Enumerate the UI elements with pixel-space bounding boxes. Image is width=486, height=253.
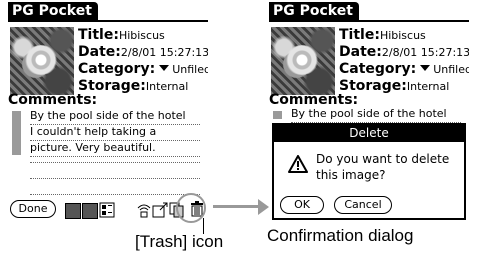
title-value[interactable]: Hibiscus (119, 29, 165, 42)
dialog-message: Do you want to delete this image? (316, 151, 462, 183)
comment-scroll-indicator (273, 111, 282, 119)
category-label: Category: (78, 61, 156, 77)
triangle-down-icon[interactable] (159, 65, 170, 71)
storage-value: Internal (406, 80, 450, 93)
send-icon[interactable] (152, 202, 168, 218)
delete-confirmation-screen: PG Pocket Title:Hibiscus Date:2/8/01 15:… (269, 0, 469, 222)
comment-line[interactable]: I couldn't help taking a (30, 124, 200, 141)
date-field: Date:2/8/01 15:27:13 (78, 42, 208, 60)
trash-icon-caption: [Trash] icon (135, 232, 224, 251)
comment-scroll-indicator (12, 111, 21, 155)
triangle-down-icon (420, 65, 431, 71)
ok-button[interactable]: OK (280, 196, 324, 214)
date-label: Date: (339, 44, 382, 60)
title-field: Title:Hibiscus (339, 25, 426, 43)
date-value: 2/8/01 15:27:13 (381, 46, 469, 59)
app-title: PG Pocket (269, 2, 359, 21)
arrow-line (213, 205, 261, 208)
app-title[interactable]: PG Pocket (8, 2, 98, 21)
single-view-icon[interactable] (82, 203, 98, 219)
title-underline (269, 20, 469, 22)
title-underline (8, 20, 208, 22)
dialog-title: Delete (274, 125, 464, 142)
category-field[interactable]: Category: Unfiled (78, 59, 208, 77)
image-thumbnail[interactable] (10, 27, 74, 95)
empty-comment-line[interactable] (30, 162, 200, 163)
title-label: Title: (339, 27, 380, 43)
comments-label: Comments: (8, 92, 98, 108)
comment-line: By the pool side of the hotel (291, 106, 461, 123)
title-label: Title: (78, 27, 119, 43)
dialog-message-line: Do you want to delete (316, 152, 450, 166)
title-value: Hibiscus (379, 29, 426, 42)
record-details-screen: PG Pocket Title:Hibiscus Date:2/8/01 15:… (8, 0, 208, 222)
beam-icon[interactable] (136, 202, 152, 218)
category-value: Unfiled (433, 63, 469, 76)
title-field: Title:Hibiscus (78, 25, 165, 43)
date-field: Date:2/8/01 15:27:13 (339, 42, 469, 60)
storage-value: Internal (145, 80, 189, 93)
warning-icon (288, 155, 308, 173)
arrow-head (258, 199, 269, 215)
dialog-message-line: this image? (316, 168, 386, 182)
empty-comment-line[interactable] (30, 178, 200, 179)
category-field: Category: Unfiled (339, 59, 469, 77)
done-button[interactable]: Done (10, 200, 56, 218)
comment-line[interactable]: By the pool side of the hotel (30, 108, 200, 125)
category-label: Category: (339, 61, 417, 77)
comment-line[interactable]: picture. Very beautiful. (30, 140, 200, 157)
delete-dialog: Delete Do you want to delete this image?… (272, 123, 466, 220)
date-label: Date: (78, 44, 121, 60)
list-view-icon[interactable] (65, 203, 81, 219)
trash-highlight-circle (176, 193, 206, 223)
image-thumbnail (271, 27, 335, 95)
cancel-button[interactable]: Cancel (334, 196, 392, 214)
empty-comment-line[interactable] (30, 194, 200, 195)
date-value: 2/8/01 15:27:13 (120, 46, 208, 59)
thumbnail-view-icon[interactable] (99, 202, 115, 218)
confirmation-dialog-caption: Confirmation dialog (267, 226, 414, 245)
category-value[interactable]: Unfiled (172, 63, 208, 76)
